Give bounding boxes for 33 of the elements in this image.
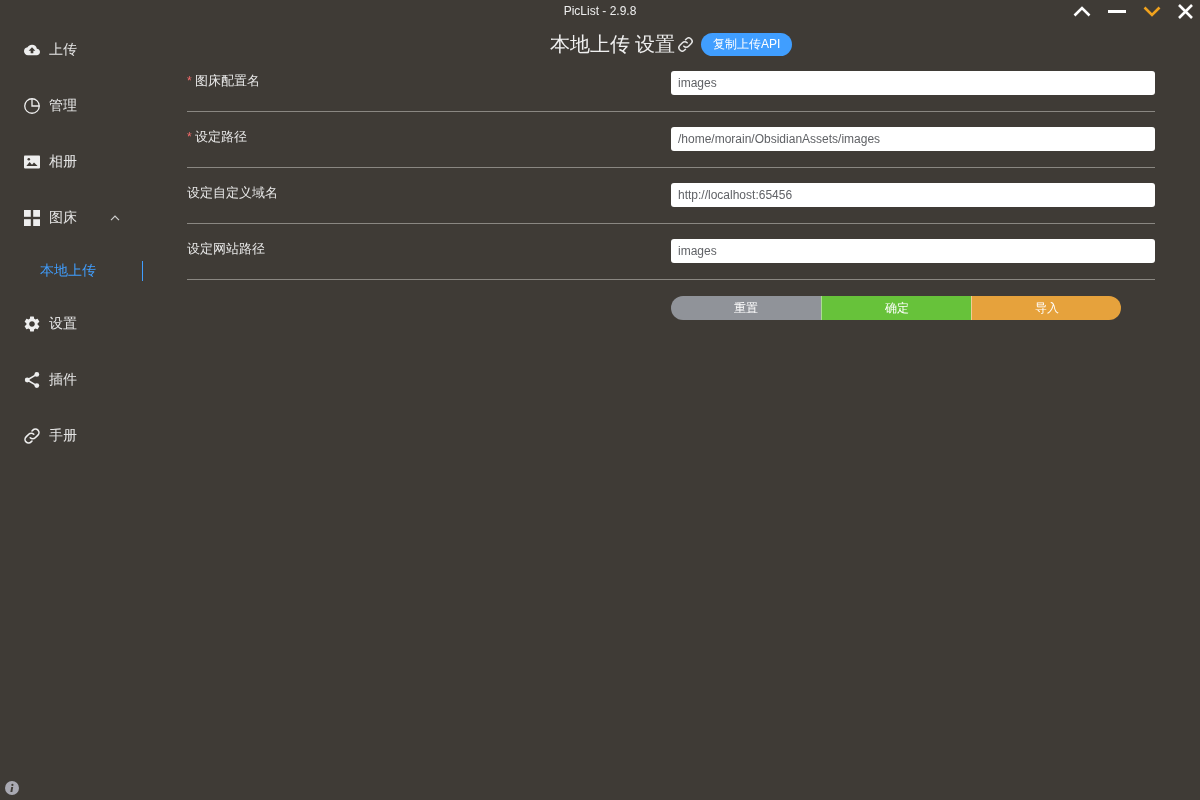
- text-field[interactable]: http://localhost:65456: [671, 183, 1155, 207]
- grid-icon: [24, 210, 40, 226]
- cloud-upload-icon: [24, 42, 40, 58]
- sidebar-item[interactable]: 图床: [0, 190, 145, 246]
- minimize-icon[interactable]: [1108, 9, 1126, 13]
- link-icon: [24, 428, 40, 444]
- image-icon: [24, 154, 40, 170]
- close-icon[interactable]: [1178, 3, 1193, 19]
- sidebar-item[interactable]: 手册: [0, 408, 145, 464]
- sidebar-subitem[interactable]: 本地上传: [0, 246, 145, 296]
- sidebar-item[interactable]: 设置: [0, 296, 145, 352]
- sidebar-item[interactable]: 相册: [0, 134, 145, 190]
- required-mark: *: [187, 73, 192, 90]
- field-label: 图床配置名: [194, 72, 260, 90]
- window-title: PicList - 2.9.8: [563, 4, 637, 18]
- text-field[interactable]: images: [671, 71, 1155, 95]
- share-icon: [24, 372, 40, 388]
- text-field[interactable]: images: [671, 239, 1155, 263]
- required-mark: *: [187, 129, 192, 146]
- page-title: 本地上传 设置: [549, 31, 676, 57]
- sidebar-item[interactable]: 管理: [0, 78, 145, 134]
- gear-icon: [24, 316, 40, 332]
- field-label: 设定网站路径: [187, 240, 265, 258]
- info-icon[interactable]: [5, 781, 19, 795]
- sidebar-item[interactable]: 插件: [0, 352, 145, 408]
- pie-chart-icon: [24, 98, 40, 114]
- chevron-down-icon[interactable]: [1143, 5, 1161, 17]
- chevron-up-icon[interactable]: [1073, 5, 1091, 17]
- field-label: 设定路径: [194, 128, 247, 146]
- field-label: 设定自定义域名: [187, 184, 278, 202]
- sidebar-item[interactable]: 上传: [0, 22, 145, 78]
- text-field[interactable]: /home/morain/ObsidianAssets/images: [671, 127, 1155, 151]
- link-icon[interactable]: [678, 36, 694, 52]
